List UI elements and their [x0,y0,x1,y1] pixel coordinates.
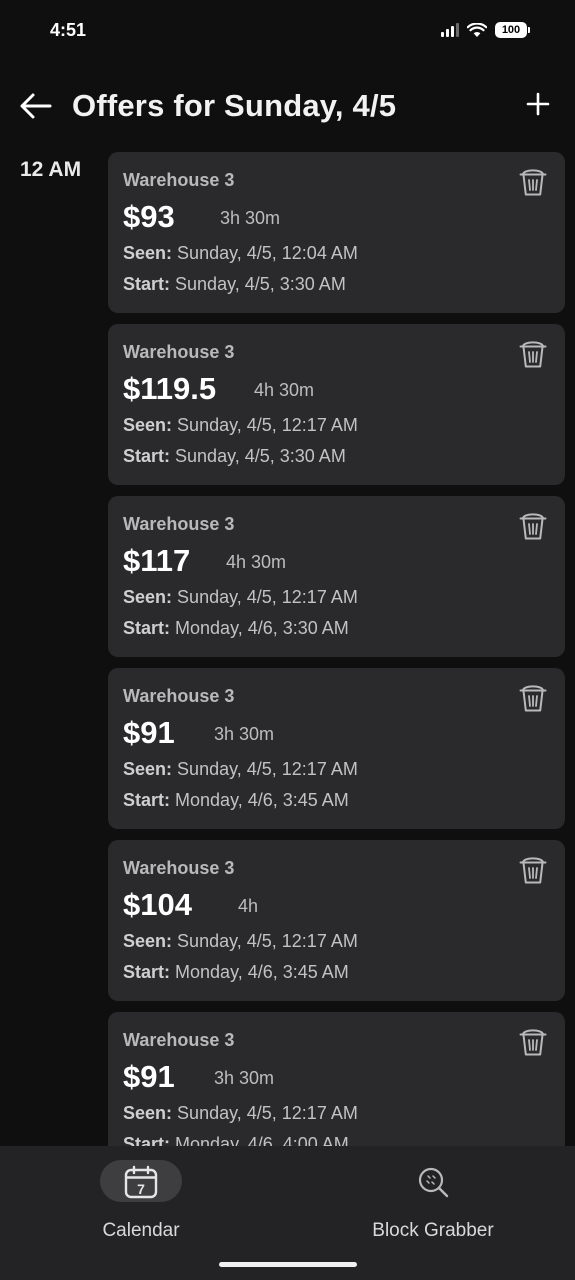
offer-duration: 3h 30m [214,1068,275,1088]
seen-value: Sunday, 4/5, 12:17 AM [177,759,358,779]
status-bar: 4:51 100 [0,0,575,62]
offer-card[interactable]: Warehouse 3 $117 4h 30m Seen: Sunday, 4/… [108,496,565,657]
nav-block-grabber[interactable]: Block Grabber [352,1160,514,1241]
offer-start: Start: Monday, 4/6, 3:45 AM [123,962,349,983]
start-value: Monday, 4/6, 4:00 AM [175,1134,349,1146]
start-value: Sunday, 4/5, 3:30 AM [175,274,346,294]
trash-icon[interactable] [517,510,549,542]
offer-card[interactable]: Warehouse 3 $93 3h 30m Seen: Sunday, 4/5… [108,152,565,313]
nav-label-block-grabber: Block Grabber [372,1220,494,1241]
calendar-day: 7 [137,1181,145,1197]
offer-seen: Seen: Sunday, 4/5, 12:04 AM [123,243,358,264]
seen-value: Sunday, 4/5, 12:17 AM [177,931,358,951]
seen-value: Sunday, 4/5, 12:17 AM [177,415,358,435]
back-arrow-icon[interactable] [18,90,54,122]
start-label: Start: [123,618,171,638]
page-title: Offers for Sunday, 4/5 [72,88,397,123]
start-value: Monday, 4/6, 3:45 AM [175,962,349,982]
offer-seen: Seen: Sunday, 4/5, 12:17 AM [123,1103,358,1124]
trash-icon[interactable] [517,682,549,714]
nav-label-calendar: Calendar [102,1220,180,1241]
calendar-icon: 7 [124,1165,158,1199]
offer-seen: Seen: Sunday, 4/5, 12:17 AM [123,587,358,608]
offer-card[interactable]: Warehouse 3 $104 4h Seen: Sunday, 4/5, 1… [108,840,565,1001]
block-grabber-icon [418,1167,449,1198]
offer-card[interactable]: Warehouse 3 $91 3h 30m Seen: Sunday, 4/5… [108,668,565,829]
offer-seen: Seen: Sunday, 4/5, 12:17 AM [123,759,358,780]
offer-seen: Seen: Sunday, 4/5, 12:17 AM [123,931,358,952]
seen-label: Seen: [123,243,173,263]
start-label: Start: [123,790,171,810]
seen-label: Seen: [123,759,173,779]
offer-start: Start: Monday, 4/6, 3:30 AM [123,618,349,639]
header: Offers for Sunday, 4/5 [0,80,575,136]
offer-price: $93 [123,199,175,234]
start-label: Start: [123,1134,171,1146]
offer-duration: 3h 30m [220,208,281,228]
start-value: Monday, 4/6, 3:45 AM [175,790,349,810]
offer-seen: Seen: Sunday, 4/5, 12:17 AM [123,415,358,436]
battery-level: 100 [501,24,521,36]
seen-label: Seen: [123,415,173,435]
start-value: Sunday, 4/5, 3:30 AM [175,446,346,466]
offer-location: Warehouse 3 [123,514,235,534]
offer-location: Warehouse 3 [123,1030,235,1050]
offer-price: $119.5 [123,371,217,406]
offer-duration: 4h 30m [254,380,315,400]
start-label: Start: [123,962,171,982]
seen-value: Sunday, 4/5, 12:17 AM [177,587,358,607]
trash-icon[interactable] [517,854,549,886]
nav-calendar[interactable]: 7 Calendar [60,1160,222,1241]
offer-start: Start: Monday, 4/6, 4:00 AM [123,1134,349,1146]
seen-label: Seen: [123,1103,173,1123]
trash-icon[interactable] [517,166,549,198]
offer-duration: 3h 30m [214,724,275,744]
start-value: Monday, 4/6, 3:30 AM [175,618,349,638]
start-label: Start: [123,274,171,294]
offer-start: Start: Monday, 4/6, 3:45 AM [123,790,349,811]
offer-card[interactable]: Warehouse 3 $119.5 4h 30m Seen: Sunday, … [108,324,565,485]
offer-location: Warehouse 3 [123,342,235,362]
offer-start: Start: Sunday, 4/5, 3:30 AM [123,446,346,467]
offer-card[interactable]: Warehouse 3 $91 3h 30m Seen: Sunday, 4/5… [108,1012,565,1146]
offer-price: $91 [123,1059,175,1094]
offer-location: Warehouse 3 [123,858,235,878]
offer-location: Warehouse 3 [123,686,235,706]
offer-price: $104 [123,887,192,922]
offers-list[interactable]: Warehouse 3 $93 3h 30m Seen: Sunday, 4/5… [108,152,565,1146]
start-label: Start: [123,446,171,466]
cellular-signal-icon [441,23,459,37]
screen: 4:51 100 Offers for Sunday, 4/5 12 AM Wa… [0,0,575,1280]
bottom-nav: 7 Calendar Block Grabber [0,1146,575,1280]
offer-price: $117 [123,543,191,578]
offer-start: Start: Sunday, 4/5, 3:30 AM [123,274,346,295]
offer-duration: 4h [238,896,259,916]
home-indicator[interactable] [219,1262,357,1267]
seen-label: Seen: [123,931,173,951]
add-icon[interactable] [525,91,551,117]
seen-label: Seen: [123,587,173,607]
seen-value: Sunday, 4/5, 12:04 AM [177,243,358,263]
trash-icon[interactable] [517,1026,549,1058]
offer-price: $91 [123,715,175,750]
status-icons: 100 [441,22,530,38]
offer-duration: 4h 30m [226,552,287,572]
trash-icon[interactable] [517,338,549,370]
seen-value: Sunday, 4/5, 12:17 AM [177,1103,358,1123]
offer-location: Warehouse 3 [123,170,235,190]
battery-icon: 100 [495,22,530,38]
time-group-label: 12 AM [20,158,82,181]
status-time: 4:51 [50,20,87,40]
wifi-icon [467,22,487,37]
